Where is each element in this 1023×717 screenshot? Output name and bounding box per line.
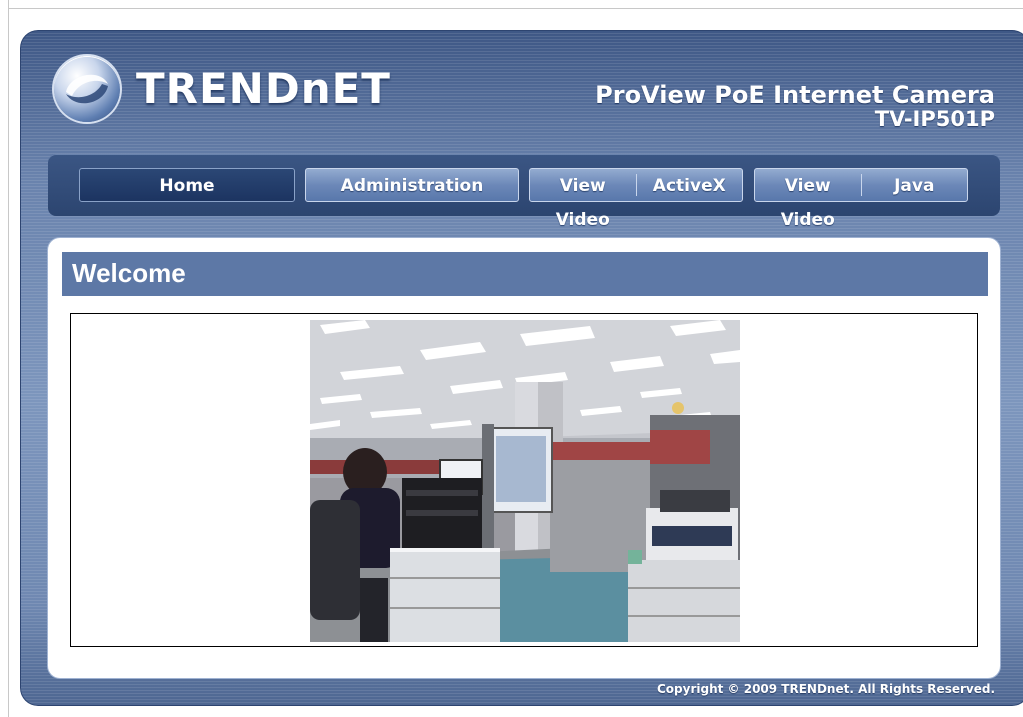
- content-panel: Welcome: [48, 238, 1000, 678]
- trendnet-swirl-icon: [54, 56, 120, 122]
- nav-administration-label: Administration: [340, 176, 484, 196]
- nav-view-video-label: View Video: [780, 176, 835, 230]
- page-title: Welcome: [72, 258, 186, 288]
- nav-java-label: Java: [894, 176, 935, 196]
- camera-video-feed[interactable]: [310, 320, 740, 642]
- welcome-header: Welcome: [62, 252, 988, 296]
- nav-activex-label: ActiveX: [652, 176, 726, 196]
- nav-view-video-activex-button[interactable]: View Video ActiveX: [529, 168, 743, 230]
- nav-home-label: Home: [159, 176, 215, 196]
- main-nav: Home Administration View Video ActiveX V…: [48, 154, 1000, 230]
- browser-top-edge: [8, 8, 1023, 9]
- copyright-text: Copyright © 2009 TRENDnet. All Rights Re…: [657, 682, 995, 696]
- video-container: [70, 313, 978, 647]
- product-name: ProView PoE Internet Camera: [595, 81, 995, 109]
- nav-administration-button[interactable]: Administration: [305, 168, 519, 202]
- nav-view-video-label: View Video: [555, 176, 610, 230]
- nav-home-button[interactable]: Home: [79, 168, 295, 202]
- office-scene-image: [310, 320, 740, 642]
- nav-view-video-java-button[interactable]: View Video Java: [754, 168, 968, 230]
- browser-left-edge: [8, 0, 9, 717]
- product-title: ProView PoE Internet Camera TV-IP501P: [595, 82, 995, 130]
- product-model: TV-IP501P: [874, 107, 995, 131]
- brand-name: TRENDnET: [136, 64, 391, 113]
